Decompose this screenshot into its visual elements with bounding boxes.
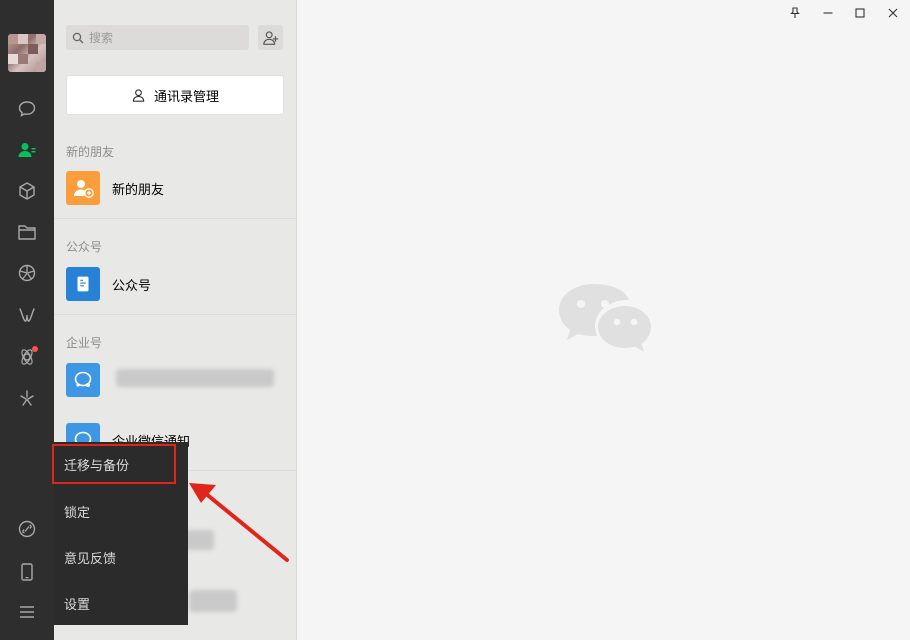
menu-item-feedback[interactable]: 意见反馈 [54, 534, 188, 580]
avatar[interactable] [8, 34, 46, 72]
search-icon [72, 32, 84, 43]
divider [54, 314, 296, 315]
list-item-new-friends[interactable]: 新的朋友 [54, 164, 296, 212]
moments-icon[interactable] [15, 261, 39, 285]
blurred-name [184, 530, 214, 550]
new-friend-icon [66, 171, 100, 205]
flash-icon[interactable] [15, 386, 39, 410]
search-apps-icon[interactable] [15, 345, 39, 369]
enterprise-icon [66, 363, 100, 397]
add-contact-button[interactable] [258, 25, 283, 50]
list-item-official-accounts[interactable]: 公众号 [54, 260, 296, 308]
blurred-name [116, 369, 274, 387]
official-account-icon [66, 267, 100, 301]
cube-icon[interactable] [15, 179, 39, 203]
search-box[interactable] [66, 25, 249, 50]
section-title-official-accounts: 公众号 [66, 240, 103, 254]
contacts-manage-label: 通讯录管理 [153, 89, 219, 105]
section-title-new-friends: 新的朋友 [66, 145, 115, 159]
contacts-icon[interactable] [15, 138, 39, 162]
folder-icon[interactable] [15, 220, 39, 244]
phone-icon[interactable] [15, 560, 39, 584]
mini-program-icon[interactable] [15, 303, 39, 327]
menu-item-migrate-backup[interactable]: 迁移与备份 [52, 444, 176, 484]
add-friend-icon [262, 30, 278, 45]
blurred-name [189, 590, 237, 612]
notification-dot [32, 346, 38, 352]
main-area [297, 0, 910, 640]
settings-menu: 迁移与备份 锁定 意见反馈 设置 [52, 442, 188, 626]
section-title-enterprise: 企业号 [66, 336, 103, 350]
pin-icon[interactable] [785, 4, 805, 22]
menu-item-settings[interactable]: 设置 [54, 580, 188, 626]
list-item-label: 公众号 [112, 278, 152, 294]
close-icon[interactable] [883, 4, 903, 22]
menu-item-lock[interactable]: 锁定 [54, 488, 188, 534]
divider [54, 218, 296, 219]
search-input[interactable] [89, 30, 239, 45]
person-icon [132, 88, 145, 102]
icon-sidebar [0, 0, 54, 640]
contacts-manage-button[interactable]: 通讯录管理 [66, 75, 284, 115]
minimize-icon[interactable] [818, 4, 838, 22]
list-item-label: 新的朋友 [112, 182, 165, 198]
maximize-icon[interactable] [850, 4, 870, 22]
link-icon[interactable] [15, 517, 39, 541]
menu-icon[interactable] [15, 600, 39, 624]
wechat-logo-icon [559, 284, 651, 352]
chat-icon[interactable] [15, 97, 39, 121]
